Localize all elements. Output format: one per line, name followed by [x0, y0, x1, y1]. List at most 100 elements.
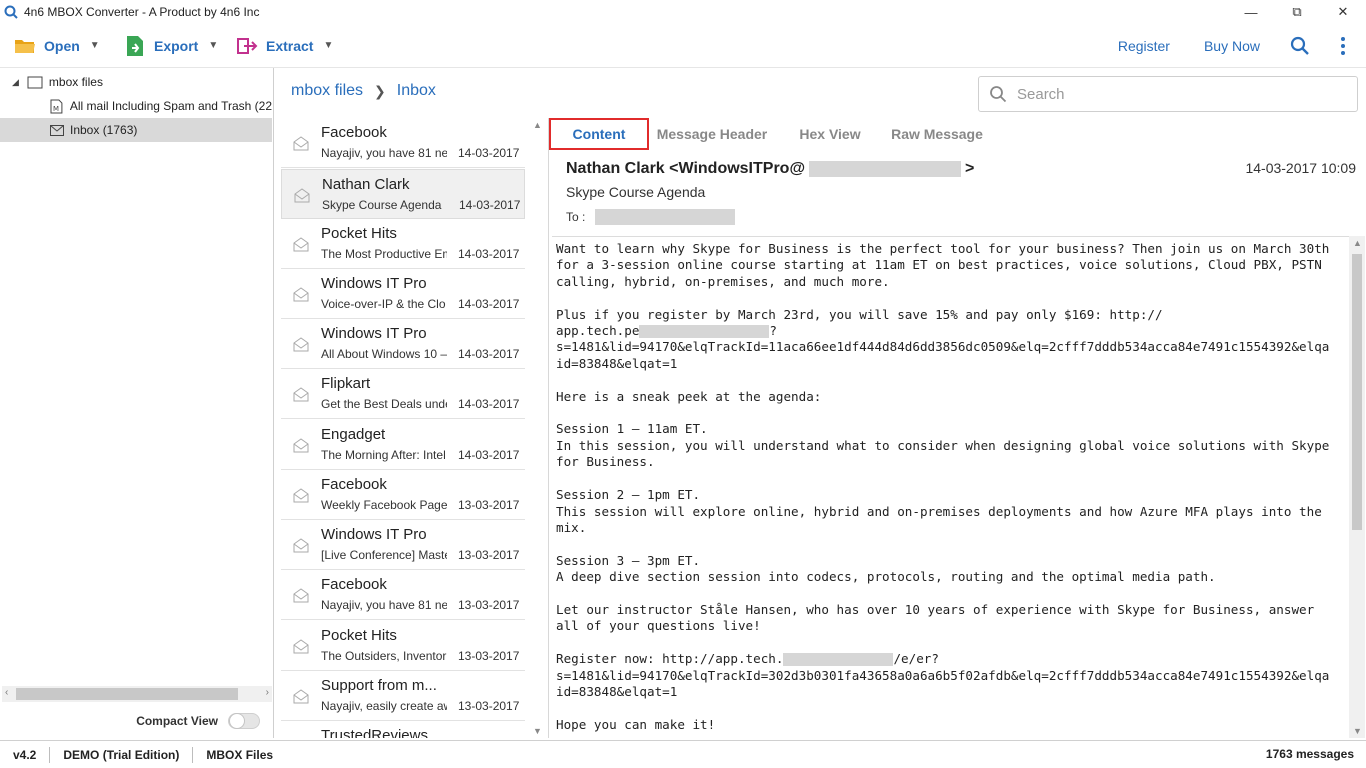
open-envelope-icon: [293, 337, 309, 352]
status-bar: v4.2 DEMO (Trial Edition) MBOX Files 176…: [0, 740, 1366, 768]
tree-root-mbox-files[interactable]: ◢ mbox files: [0, 70, 272, 94]
message-date: 14-03-2017 10:09: [1245, 160, 1356, 176]
search-input[interactable]: [1017, 85, 1337, 103]
scroll-up-icon[interactable]: ▲: [533, 120, 542, 130]
body-line: Plus if you register by March 23rd, you …: [556, 306, 1163, 322]
scroll-down-icon[interactable]: ▼: [1353, 726, 1362, 736]
mail-item[interactable]: Facebook Nayajiv, you have 81 ne 14-03-2…: [281, 118, 525, 168]
body-fragment: app.tech.pe: [556, 323, 640, 339]
body-line: [556, 635, 1344, 651]
restore-button[interactable]: ⧉: [1274, 0, 1320, 24]
from-prefix: Nathan Clark <WindowsITPro@: [566, 160, 806, 177]
open-envelope-icon: [293, 588, 309, 603]
compact-view-toggle[interactable]: [228, 713, 260, 729]
mail-item[interactable]: Flipkart Get the Best Deals unde 14-03-2…: [281, 369, 525, 419]
open-envelope-icon: [293, 488, 309, 503]
tab-hex-view[interactable]: Hex View: [775, 118, 885, 150]
body-fragment: /e/er?: [893, 651, 939, 667]
mail-date: 14-03-2017: [458, 297, 520, 311]
body-line: [556, 372, 1344, 388]
svg-text:M: M: [53, 104, 59, 112]
tree-item-label: All mail Including Spam and Trash (22: [69, 99, 272, 113]
mail-sender: TrustedReviews: [321, 727, 428, 738]
mail-subject: [Live Conference] Maste: [321, 548, 447, 562]
mail-date: 13-03-2017: [458, 699, 520, 713]
body-line-with-redaction: app.tech.pe?: [556, 323, 1344, 339]
scroll-left-icon[interactable]: ‹: [5, 687, 8, 698]
mail-subject: Voice-over-IP & the Clo: [321, 297, 446, 311]
mail-item[interactable]: Facebook Nayajiv, you have 81 ne 13-03-2…: [281, 570, 525, 620]
mail-date: 14-03-2017: [458, 247, 520, 261]
mail-subject: All About Windows 10 –: [321, 347, 447, 361]
redacted-block: [595, 209, 736, 225]
mail-item[interactable]: Facebook Weekly Facebook Page ( 13-03-20…: [281, 470, 525, 520]
close-button[interactable]: ✕: [1320, 0, 1366, 24]
tab-content[interactable]: Content: [549, 118, 649, 150]
view-tabs: Content Message Header Hex View Raw Mess…: [549, 118, 989, 150]
mail-item[interactable]: Pocket Hits The Outsiders, Inventor 13-0…: [281, 621, 525, 671]
mail-item[interactable]: Windows IT Pro Voice-over-IP & the Clo 1…: [281, 269, 525, 319]
tree-item-inbox[interactable]: Inbox (1763): [0, 118, 272, 142]
scrollbar-thumb[interactable]: [16, 688, 238, 700]
mail-item[interactable]: TrustedReviews: [281, 721, 525, 738]
collapse-triangle-icon[interactable]: ◢: [12, 77, 19, 88]
scroll-up-icon[interactable]: ▲: [1353, 238, 1362, 248]
mail-item[interactable]: Windows IT Pro All About Windows 10 – 14…: [281, 319, 525, 369]
message-body: Want to learn why Skype for Business is …: [552, 236, 1349, 738]
mail-date: 13-03-2017: [458, 498, 520, 512]
body-line: s=1481&lid=94170&elqTrackId=302d3b0301fa…: [556, 667, 1330, 683]
extract-button[interactable]: Extract ▼: [236, 24, 333, 68]
body-line: for Business.: [556, 454, 655, 470]
body-line: for a 3-session online course starting a…: [556, 257, 1322, 273]
message-body-scrollbar[interactable]: ▲ ▼: [1349, 236, 1365, 738]
tab-message-header[interactable]: Message Header: [649, 118, 775, 150]
mail-item[interactable]: Support from m... Nayajiv, easily create…: [281, 671, 525, 721]
more-options-icon[interactable]: [1340, 36, 1346, 56]
breadcrumb-current[interactable]: Inbox: [397, 82, 436, 100]
mail-item[interactable]: Nathan Clark Skype Course Agenda 14-03-2…: [281, 169, 525, 219]
search-icon[interactable]: [1290, 36, 1310, 56]
scroll-down-icon[interactable]: ▼: [533, 726, 542, 736]
export-label: Export: [154, 37, 199, 54]
mail-sender: Nathan Clark: [322, 176, 410, 193]
export-button[interactable]: Export ▼: [124, 24, 218, 68]
mail-subject: Weekly Facebook Page (: [321, 498, 447, 512]
search-box[interactable]: [978, 76, 1358, 112]
tree-item-all-mail[interactable]: M All mail Including Spam and Trash (22: [0, 94, 272, 118]
mail-sender: Pocket Hits: [321, 225, 397, 242]
chevron-right-icon: ❯: [374, 82, 386, 99]
scroll-right-icon[interactable]: ›: [266, 687, 269, 698]
tree-horizontal-scrollbar[interactable]: ‹ ›: [2, 686, 272, 702]
message-body-text: Want to learn why Skype for Business is …: [556, 241, 1344, 733]
mail-sender: Pocket Hits: [321, 627, 397, 644]
body-line: [556, 405, 1344, 421]
title-bar: 4n6 MBOX Converter - A Product by 4n6 In…: [0, 0, 1366, 24]
breadcrumb-root[interactable]: mbox files: [291, 82, 363, 100]
mail-item[interactable]: Pocket Hits The Most Productive Em 14-03…: [281, 219, 525, 269]
body-line-with-redaction: Register now: http://app.tech. /e/er?: [556, 651, 1344, 667]
minimize-button[interactable]: —: [1228, 0, 1274, 24]
register-link[interactable]: Register: [1118, 38, 1170, 54]
mail-subject: The Outsiders, Inventor: [321, 649, 447, 663]
open-envelope-icon: [294, 188, 310, 203]
body-line: Session 2 – 1pm ET.: [556, 487, 701, 503]
scrollbar-thumb[interactable]: [1352, 254, 1362, 530]
body-line: In this session, you will understand wha…: [556, 437, 1330, 453]
mail-subject: Get the Best Deals unde: [321, 397, 447, 411]
extract-label: Extract: [266, 37, 314, 54]
body-line: [556, 536, 1344, 552]
body-line: Let our instructor Ståle Hansen, who has…: [556, 601, 1315, 617]
body-line: Want to learn why Skype for Business is …: [556, 241, 1330, 256]
open-button[interactable]: Open ▼: [14, 24, 100, 68]
chevron-down-icon: ▼: [208, 40, 219, 51]
tree-item-label: Inbox (1763): [70, 123, 138, 137]
buy-now-link[interactable]: Buy Now: [1204, 38, 1260, 54]
mail-list-scrollbar[interactable]: ▲ ▼: [530, 118, 546, 738]
mail-item[interactable]: Engadget The Morning After: Intel 14-03-…: [281, 420, 525, 470]
body-line: id=83848&elqat=1: [556, 683, 678, 699]
tab-raw-message[interactable]: Raw Message: [885, 118, 989, 150]
mail-item[interactable]: Windows IT Pro [Live Conference] Maste 1…: [281, 520, 525, 570]
status-version: v4.2: [0, 746, 51, 763]
mail-date: 14-03-2017: [458, 397, 520, 411]
folder-outline-icon: [27, 76, 43, 89]
